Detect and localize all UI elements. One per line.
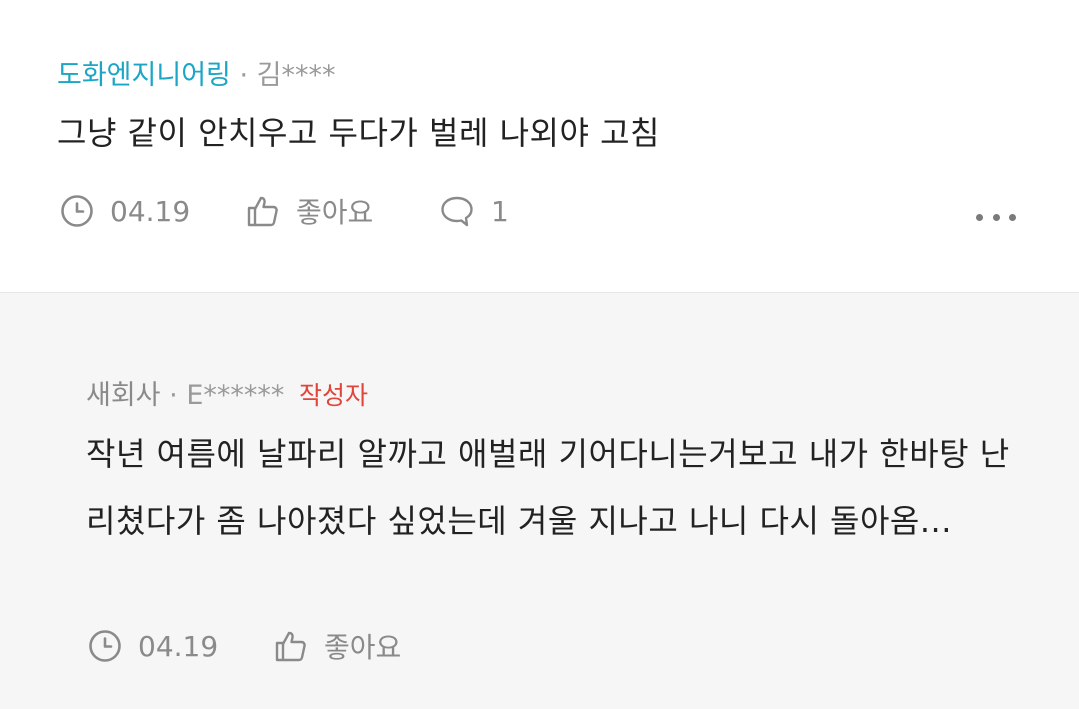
reply-like-label: 좋아요: [324, 631, 402, 664]
date-info: 04.19: [60, 194, 246, 228]
thumbs-up-icon: [275, 631, 306, 662]
reply-date-info: 04.19: [88, 629, 274, 663]
like-label: 좋아요: [296, 196, 374, 229]
reply-item: 새회사 · E****** 작성자 작년 여름에 날파리 알까고 애벌래 기어다…: [0, 293, 1079, 709]
like-button[interactable]: 좋아요: [246, 191, 439, 231]
more-dot: [992, 213, 1000, 221]
reply-count-button[interactable]: 1: [439, 194, 509, 228]
clock-icon: [61, 195, 93, 227]
meta-separator: ·: [169, 380, 178, 411]
more-icon[interactable]: [976, 205, 1016, 229]
company-name[interactable]: 도화엔지니어링: [57, 60, 231, 91]
comment-item: 도화엔지니어링 · 김**** 그냥 같이 안치우고 두다가 벌레 나외야 고침…: [0, 0, 1079, 293]
author-name: 김****: [256, 60, 336, 91]
meta-separator: ·: [239, 60, 249, 91]
speech-bubble-icon: [441, 196, 473, 227]
more-dot: [1009, 213, 1016, 221]
comment-actions: 04.19 좋아요 1: [60, 191, 509, 231]
reply-meta: 새회사 · E****** 작성자: [86, 373, 368, 412]
thumbs-up-icon: [247, 196, 278, 227]
clock-icon: [89, 630, 121, 662]
reply-text: 작년 여름에 날파리 알까고 애벌래 기어다니는거보고 내가 한바탕 난리쳤다가…: [86, 435, 1010, 540]
comment-text: 그냥 같이 안치우고 두다가 벌레 나외야 고침: [57, 114, 660, 152]
more-dot: [976, 213, 983, 221]
comment-meta: 도화엔지니어링 · 김****: [57, 53, 336, 92]
reply-company-name[interactable]: 새회사: [86, 380, 161, 411]
reply-like-button[interactable]: 좋아요: [274, 626, 467, 666]
reply-author-name: E******: [186, 380, 285, 411]
writer-badge: 작성자: [298, 381, 368, 410]
reply-actions: 04.19 좋아요: [88, 626, 467, 666]
reply-date: 04.19: [138, 629, 219, 663]
comment-date: 04.19: [110, 194, 191, 228]
reply-count: 1: [491, 194, 509, 228]
